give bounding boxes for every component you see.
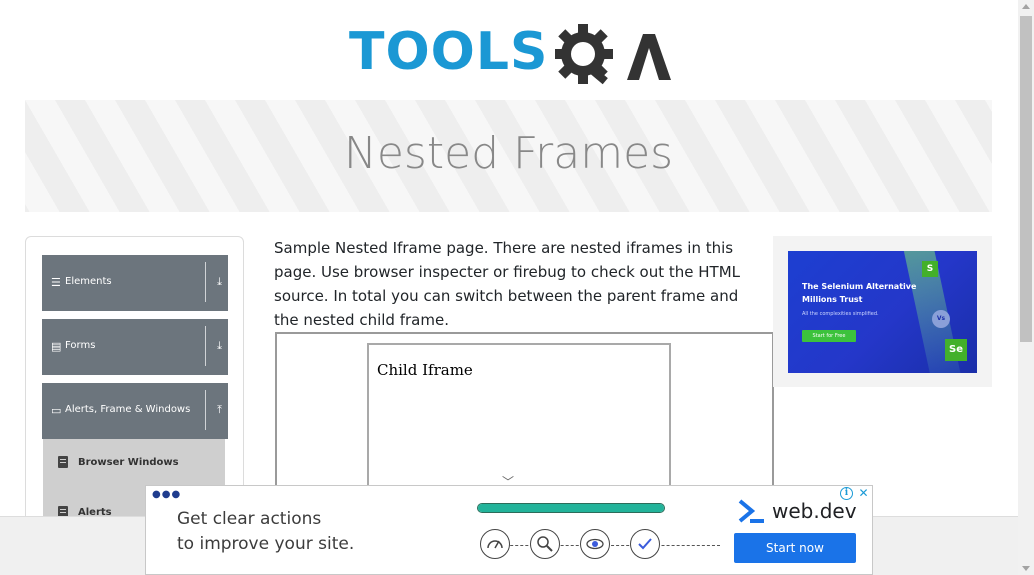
sidebar-group-elements[interactable]: ☰ Elements ⤓ [42,255,228,311]
speed-gauge-icon [480,529,510,559]
web-dev-brand: web.dev [772,499,857,523]
page: TOOLS Nested Frames ☰ Elements ⤓ ▤ Forms… [0,0,1034,575]
page-banner: Nested Frames [25,100,992,212]
ad-text-line1: Get clear actions [177,509,322,529]
ad-progress-fill [478,504,664,512]
ad-start-free-button[interactable]: Start for Free [802,330,856,342]
ad-text-line2: to improve your site. [177,534,355,554]
scroll-down-arrow[interactable] [1022,566,1030,571]
ad-progress-bar [477,503,665,513]
scroll-up-arrow[interactable] [1022,4,1030,9]
sidebar-item-label: Browser Windows [78,457,179,468]
sidebar-group-alerts-frame-windows[interactable]: ▭ Alerts, Frame & Windows ⤒ [42,383,228,439]
window-icon: ▭ [51,404,62,417]
scroll-thumb[interactable] [1020,16,1032,342]
web-dev-logo: web.dev [738,499,868,527]
toolsqa-logo[interactable]: TOOLS [345,14,675,90]
ad-choices[interactable]: i ✕ [838,486,872,501]
upload-icon: ⤒ [217,403,222,416]
more-dots-icon: ●●● [152,489,182,500]
page-description: Sample Nested Iframe page. There are nes… [274,239,741,329]
checkmark-icon [630,529,660,559]
divider [205,390,206,430]
selenium-logo: Se [945,339,967,361]
ad-steps [480,529,720,561]
close-icon[interactable]: ✕ [856,486,871,501]
download-icon: ⤓ [217,339,222,352]
selenium-ad[interactable]: S Vs Se The Selenium Alternative Million… [788,251,977,373]
html5-icon [58,456,68,468]
scrollbar[interactable] [1018,0,1034,575]
ad-vs-badge: Vs [932,310,950,328]
ad-badge-s: S [922,261,938,277]
eye-icon [580,529,610,559]
info-icon[interactable]: i [840,487,853,500]
gear-icon [555,24,671,85]
magnifier-icon [530,529,560,559]
sidebar-group-label: Elements [65,276,112,287]
sidebar-group-label: Forms [65,340,96,351]
child-iframe-text: Child Iframe [377,361,473,379]
web-dev-chevron-icon [738,499,764,523]
logo-text: TOOLS [349,22,549,82]
right-ad-container: S Vs Se The Selenium Alternative Million… [773,236,992,387]
page-title: Nested Frames [343,128,674,179]
sidebar-item-browser-windows[interactable]: Browser Windows [43,439,225,489]
ad-text: Get clear actions to improve your site. [177,507,354,557]
ad-subtitle: All the complexities simplified. [802,311,879,317]
start-now-button[interactable]: Start now [734,533,856,563]
divider [205,326,206,366]
document-icon: ▤ [51,340,62,353]
divider [205,262,206,302]
sidebar-group-label: Alerts, Frame & Windows [65,404,191,415]
web-dev-ad[interactable]: ●●● Get clear actions to improve your si… [145,485,873,575]
sidebar-group-forms[interactable]: ▤ Forms ⤓ [42,319,228,375]
download-icon: ⤓ [217,275,222,288]
hamburger-icon: ☰ [51,276,61,289]
ad-title: The Selenium Alternative Millions Trust [802,282,917,304]
